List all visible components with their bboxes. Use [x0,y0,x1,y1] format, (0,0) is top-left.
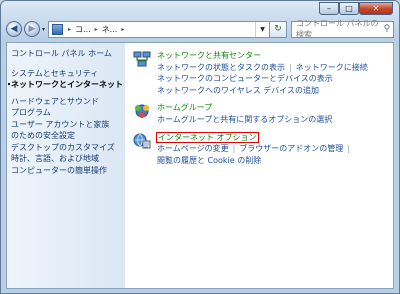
search-placeholder: コントロール パネルの検索 [296,19,379,39]
control-panel-window: – □ ✕ ◀ ▶ ▾ ▸ コ... ▸ ネ... ▸ ▼ ↻ コントロール パ… [0,0,400,294]
category-internet-options: インターネット オプション ホームページの変更 | ブラウザーのアドオンの管理 | 閲… [133,131,393,167]
forward-arrow-icon: ▶ [28,24,36,34]
connect-to-network-link[interactable]: ネットワークに接続 [296,63,368,72]
view-network-status-link[interactable]: ネットワークの状態とタスクの表示 [157,63,285,72]
search-icon[interactable]: ⚲ [381,24,393,34]
sidebar-item-user-accounts[interactable]: ユーザー アカウントと家族 [11,119,125,131]
back-arrow-icon: ◀ [10,24,18,34]
change-home-page-link[interactable]: ホームページの変更 [157,144,229,153]
refresh-icon: ↻ [274,24,282,34]
breadcrumb-network[interactable]: ネ... [102,24,118,35]
category-network-sharing: ネットワークと共有センター ネットワークの状態とタスクの表示 | ネットワークに接続… [133,50,393,96]
network-sharing-center-icon [133,51,151,67]
forward-button[interactable]: ▶ [24,21,40,37]
network-sharing-center-link[interactable]: ネットワークと共有センター [157,51,261,60]
search-input[interactable]: コントロール パネルの検索 ⚲ [291,19,394,39]
back-button[interactable]: ◀ [6,21,22,37]
category-list: ネットワークと共有センター ネットワークの状態とタスクの表示 | ネットワークに接続… [125,43,393,288]
address-dropdown-icon[interactable]: ▼ [255,21,269,37]
sidebar-item-network-internet: ネットワークとインターネット [8,80,123,89]
homegroup-link[interactable]: ホームグループ [157,103,212,112]
internet-options-icon [133,133,151,149]
address-bar[interactable]: ▸ コ... ▸ ネ... ▸ ▼ [48,20,271,38]
sidebar-item-hardware-sound[interactable]: ハードウェアとサウンド [11,96,125,108]
sidebar-item-system-security[interactable]: システムとセキュリティ [11,68,125,80]
sidebar-home-link[interactable]: コントロール パネル ホーム [11,48,125,60]
category-homegroup: ホームグループ ホームグループと共有に関するオプションの選択 [133,102,393,125]
sidebar: コントロール パネル ホーム システムとセキュリティ ネットワークとインターネッ… [7,43,125,288]
sidebar-item-clock-language[interactable]: 時計、言語、および地域 [11,153,125,165]
manage-browser-addons-link[interactable]: ブラウザーのアドオンの管理 [239,144,343,153]
add-wireless-device-link[interactable]: ネットワークへのワイヤレス デバイスの追加 [157,86,319,95]
maximize-button[interactable]: □ [339,2,359,15]
sidebar-item-appearance[interactable]: デスクトップのカスタマイズ [11,142,125,154]
sidebar-item-programs[interactable]: プログラム [11,107,125,119]
close-button[interactable]: ✕ [359,2,393,15]
content-area: コントロール パネル ホーム システムとセキュリティ ネットワークとインターネッ… [6,42,394,289]
recent-pages-dropdown[interactable]: ▾ [42,26,45,33]
caption-buttons: – □ ✕ [319,2,393,15]
control-panel-icon [52,23,64,35]
internet-options-link[interactable]: インターネット オプション [156,131,259,143]
sidebar-item-ease-of-access[interactable]: コンピューターの簡単操作 [11,165,125,177]
delete-browsing-history-link[interactable]: 閲覧の履歴と Cookie の削除 [157,156,261,165]
sidebar-item-user-accounts-cont[interactable]: のための安全設定 [11,130,125,142]
minimize-button[interactable]: – [319,2,339,15]
breadcrumb-arrow-icon[interactable]: ▸ [68,26,71,33]
view-network-computers-link[interactable]: ネットワークのコンピューターとデバイスの表示 [157,74,333,83]
homegroup-icon [135,104,149,119]
refresh-button[interactable]: ↻ [270,20,288,38]
breadcrumb-arrow-icon[interactable]: ▸ [121,26,124,33]
navigation-bar: ◀ ▶ ▾ ▸ コ... ▸ ネ... ▸ ▼ ↻ コントロール パネルの検索 … [6,19,394,39]
breadcrumb-arrow-icon[interactable]: ▸ [95,26,98,33]
homegroup-sharing-options-link[interactable]: ホームグループと共有に関するオプションの選択 [157,115,332,124]
breadcrumb-control-panel[interactable]: コ... [75,24,91,35]
